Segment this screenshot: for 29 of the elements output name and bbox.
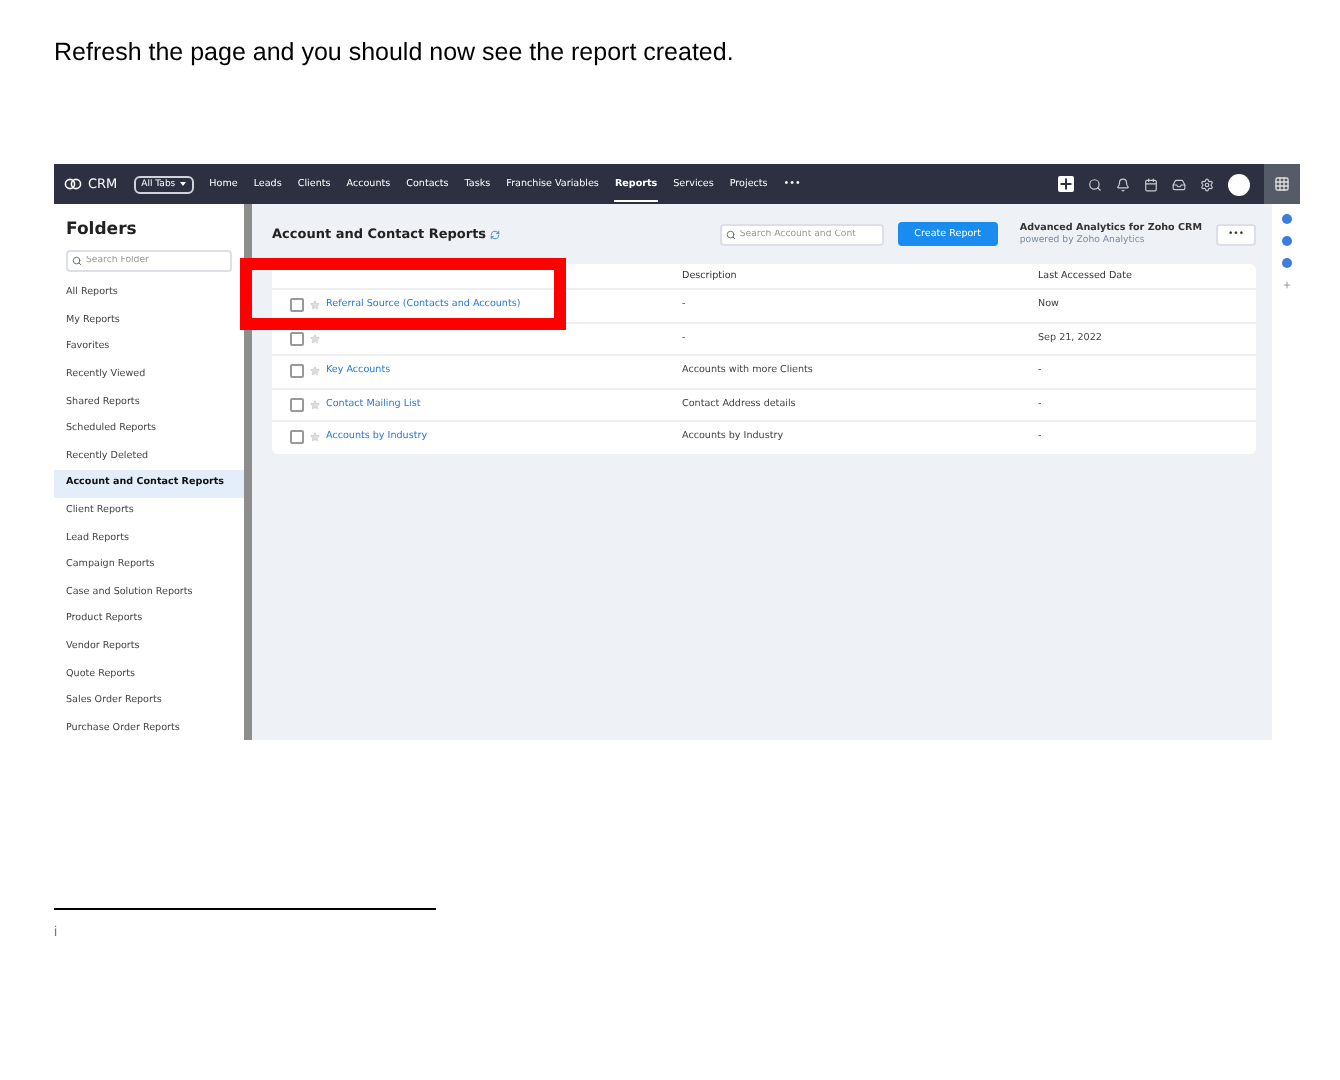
star-icon[interactable] bbox=[310, 366, 320, 377]
star-icon[interactable] bbox=[310, 300, 320, 311]
instruction-text: Refresh the page and you should now see the report created. bbox=[54, 38, 734, 66]
search-icon[interactable] bbox=[1088, 177, 1102, 191]
search-icon bbox=[725, 229, 736, 239]
row-checkbox[interactable] bbox=[290, 430, 304, 445]
apps-grid-button[interactable] bbox=[1264, 164, 1300, 204]
inbox-icon[interactable] bbox=[1172, 177, 1186, 191]
bell-icon[interactable] bbox=[1116, 177, 1130, 191]
settings-icon[interactable] bbox=[1200, 177, 1214, 191]
star-icon[interactable] bbox=[310, 333, 320, 344]
app-icon[interactable] bbox=[1281, 236, 1291, 246]
row-checkbox[interactable] bbox=[290, 298, 304, 313]
app-icon[interactable] bbox=[1281, 214, 1291, 224]
calendar-icon[interactable] bbox=[1144, 177, 1158, 191]
row-checkbox[interactable] bbox=[290, 397, 304, 412]
star-icon[interactable] bbox=[310, 399, 320, 410]
row-checkbox[interactable] bbox=[290, 364, 304, 379]
star-icon[interactable] bbox=[310, 432, 320, 443]
search-icon bbox=[72, 256, 82, 266]
caret-icon bbox=[179, 182, 186, 186]
plus-icon[interactable] bbox=[1058, 176, 1074, 192]
grid-icon bbox=[1274, 176, 1290, 192]
refresh-icon[interactable] bbox=[490, 229, 501, 239]
avatar[interactable] bbox=[1228, 173, 1250, 195]
app-icon[interactable] bbox=[1281, 258, 1291, 268]
scrollbar[interactable] bbox=[244, 204, 252, 740]
sidebar-title: Folders bbox=[66, 220, 139, 240]
row-checkbox[interactable] bbox=[290, 331, 304, 346]
